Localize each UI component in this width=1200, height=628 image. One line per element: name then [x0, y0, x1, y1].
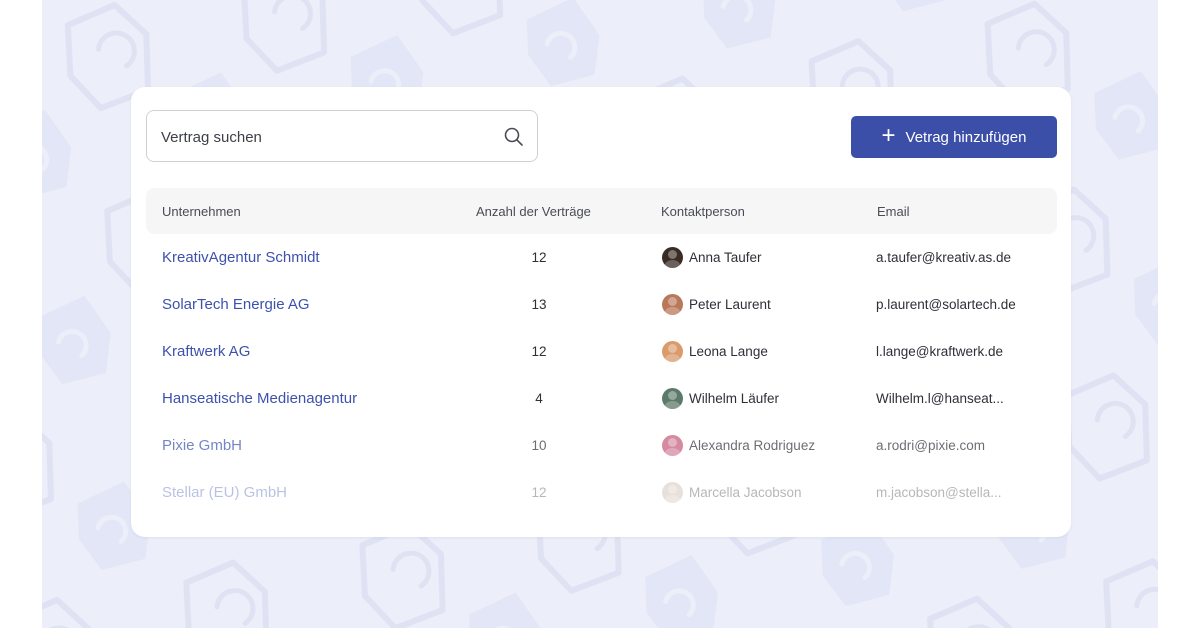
column-header-contract-count: Anzahl der Verträge — [476, 204, 591, 219]
email-address[interactable]: p.laurent@solartech.de — [876, 297, 1016, 312]
contact-name: Anna Taufer — [689, 250, 762, 265]
avatar — [662, 294, 683, 315]
contact-person: Alexandra Rodriguez — [662, 435, 815, 456]
search-icon[interactable] — [503, 126, 525, 148]
avatar — [662, 388, 683, 409]
table-row[interactable]: Kraftwerk AG 12 Leona Lange l.lange@kraftwe… — [146, 330, 1057, 376]
avatar — [662, 482, 683, 503]
table-row[interactable]: Hanseatische Medienagentur 4 Wilhelm Läufe… — [146, 377, 1057, 423]
add-contract-button[interactable]: + Vetrag hinzufügen — [851, 116, 1057, 158]
company-name[interactable]: Kraftwerk AG — [162, 343, 250, 360]
contact-person: Leona Lange — [662, 341, 768, 362]
contact-person: Anna Taufer — [662, 247, 762, 268]
contact-person: Wilhelm Läufer — [662, 388, 779, 409]
search-field[interactable]: Vertrag suchen — [146, 110, 538, 162]
contract-count: 10 — [531, 438, 547, 453]
email-address[interactable]: a.rodri@pixie.com — [876, 438, 985, 453]
company-name[interactable]: KreativAgentur Schmidt — [162, 249, 320, 266]
table-row[interactable]: KreativAgentur Schmidt 12 Anna Taufer a.tau… — [146, 236, 1057, 282]
contact-name: Alexandra Rodriguez — [689, 438, 816, 453]
company-name[interactable]: SolarTech Energie AG — [162, 296, 310, 313]
contact-name: Peter Laurent — [689, 297, 771, 312]
company-name[interactable]: Hanseatische Medienagentur — [162, 390, 357, 407]
avatar — [662, 341, 683, 362]
contact-name: Leona Lange — [689, 344, 768, 359]
company-name[interactable]: Stellar (EU) GmbH — [162, 484, 287, 501]
contract-count: 12 — [531, 250, 547, 265]
avatar — [662, 247, 683, 268]
contracts-card: Vertrag suchen + Vetrag hinzufügen Unter… — [131, 87, 1071, 537]
contract-count: 12 — [531, 485, 547, 500]
avatar — [662, 435, 683, 456]
plus-icon: + — [881, 122, 896, 149]
table-header: Unternehmen Anzahl der Verträge Kontaktp… — [146, 188, 1057, 234]
email-address[interactable]: a.taufer@kreativ.as.de — [876, 250, 1011, 265]
company-name[interactable]: Pixie GmbH — [162, 437, 242, 454]
contract-count: 4 — [535, 391, 543, 406]
contact-person: Marcella Jacobson — [662, 482, 802, 503]
table-row[interactable]: SolarTech Energie AG 13 Peter Laurent p.lau… — [146, 283, 1057, 329]
column-header-contact: Kontaktperson — [661, 204, 745, 219]
add-contract-label: Vetrag hinzufügen — [905, 128, 1027, 146]
contact-name: Wilhelm Läufer — [689, 391, 780, 406]
email-address[interactable]: m.jacobson@stella... — [876, 485, 1002, 500]
contact-person: Peter Laurent — [662, 294, 771, 315]
search-input[interactable]: Vertrag suchen — [161, 129, 262, 146]
contact-name: Marcella Jacobson — [689, 485, 802, 500]
column-header-company: Unternehmen — [162, 204, 241, 219]
table-row[interactable]: Stellar (EU) GmbH 12 Marcella Jacobson m.ja… — [146, 471, 1057, 517]
contract-count: 12 — [531, 344, 547, 359]
email-address[interactable]: Wilhelm.l@hanseat... — [876, 391, 1004, 406]
table-row[interactable]: Pixie GmbH 10 Alexandra Rodriguez a.rodri@p… — [146, 424, 1057, 470]
column-header-email: Email — [877, 204, 910, 219]
email-address[interactable]: l.lange@kraftwerk.de — [876, 344, 1003, 359]
contract-count: 13 — [531, 297, 547, 312]
